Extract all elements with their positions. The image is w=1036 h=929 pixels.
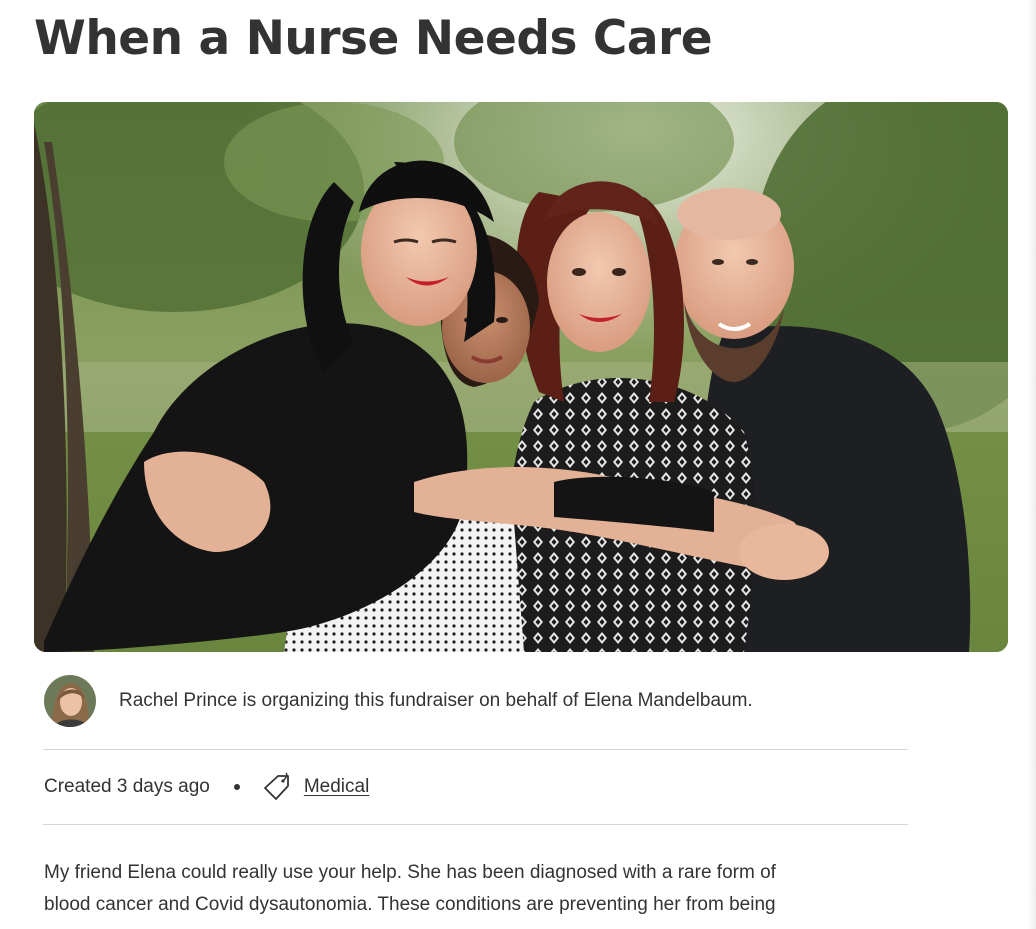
scrollbar-edge[interactable] (1028, 0, 1036, 929)
meta-row: Created 3 days ago Medical (44, 768, 369, 806)
story-line-1: My friend Elena could really use your he… (44, 862, 776, 883)
organizer-text: Rachel Prince is organizing this fundrai… (119, 690, 753, 711)
organizer-avatar[interactable] (44, 675, 96, 727)
page-title: When a Nurse Needs Care (34, 11, 713, 66)
category-link-medical[interactable]: Medical (304, 776, 369, 798)
created-date: Created 3 days ago (44, 776, 210, 797)
divider-top (43, 749, 908, 750)
tag-icon (263, 772, 289, 800)
organizer-row: Rachel Prince is organizing this fundrai… (44, 675, 908, 727)
divider-bottom (43, 824, 908, 825)
hero-image (34, 102, 1008, 652)
story-text: My friend Elena could really use your he… (44, 857, 904, 921)
story-line-2: blood cancer and Covid dysautonomia. The… (44, 894, 776, 915)
separator-dot (233, 784, 240, 790)
